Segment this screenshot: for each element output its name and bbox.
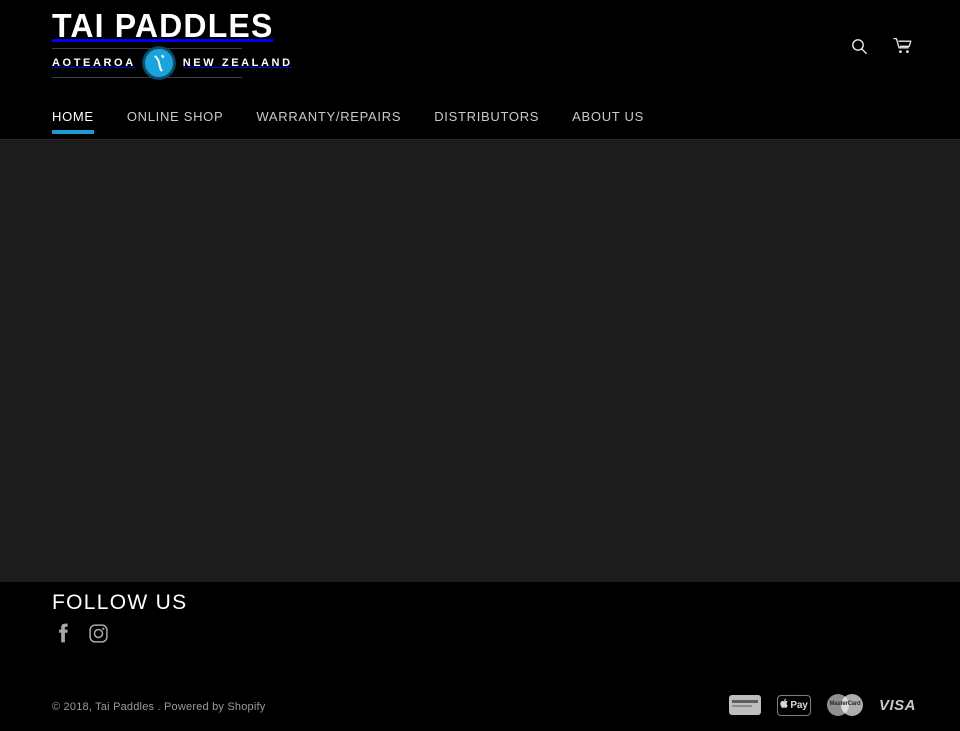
- follow-us-heading: Follow us: [52, 591, 188, 614]
- nav-item-warranty-repairs[interactable]: Warranty/Repairs: [256, 93, 401, 139]
- powered-by-shopify-link[interactable]: Powered by Shopify: [164, 701, 265, 713]
- social-item-instagram[interactable]: [88, 622, 108, 644]
- amex-card-shape: [728, 695, 761, 715]
- page-root: TAI PADDLES AOTEAROA NEW ZEALAND HOME ON…: [0, 0, 960, 731]
- site-logo[interactable]: TAI PADDLES AOTEAROA NEW ZEALAND: [52, 7, 290, 79]
- main-content-area: [0, 140, 960, 582]
- copyright-text: © 2018, Tai Paddles .: [52, 701, 161, 713]
- apple-pay-badge: Pay: [776, 694, 811, 716]
- cart-icon[interactable]: [892, 34, 914, 58]
- copyright: © 2018, Tai Paddles . Powered by Shopify: [52, 701, 265, 713]
- mastercard-label: MasterCard: [829, 701, 861, 707]
- new-zealand-islands-icon: [142, 47, 175, 79]
- logo-new-zealand-text: NEW ZEALAND: [182, 57, 293, 69]
- nav-link-warranty-repairs[interactable]: Warranty/Repairs: [256, 93, 401, 140]
- master-card-icon: MasterCard: [826, 694, 863, 716]
- nav-link-about-us[interactable]: About us: [572, 93, 644, 140]
- site-footer: Follow us © 2018,: [0, 582, 960, 731]
- american-express-icon: [728, 695, 761, 715]
- nav-list: Home Online Shop Warranty/Repairs Distri…: [0, 93, 960, 139]
- apple-pay-text: Pay: [790, 699, 808, 711]
- apple-logo-icon: [780, 698, 789, 712]
- main-navigation: Home Online Shop Warranty/Repairs Distri…: [0, 93, 960, 140]
- logo-title: TAI PADDLES: [52, 7, 274, 44]
- nav-link-online-shop[interactable]: Online Shop: [127, 93, 224, 140]
- nav-item-home[interactable]: Home: [52, 93, 94, 139]
- header-actions: [848, 34, 914, 58]
- nav-item-about-us[interactable]: About us: [572, 93, 644, 139]
- search-icon[interactable]: [848, 34, 870, 58]
- apple-pay-icon: Pay: [776, 694, 811, 716]
- social-links: [52, 622, 108, 644]
- logo-subtitle: AOTEAROA NEW ZEALAND: [52, 47, 290, 79]
- logo-aotearoa-text: AOTEAROA: [52, 57, 136, 69]
- site-header: TAI PADDLES AOTEAROA NEW ZEALAND: [0, 0, 960, 93]
- mastercard-circles: MasterCard: [826, 694, 863, 716]
- social-item-facebook[interactable]: [52, 622, 72, 644]
- visa-icon: VISA: [879, 697, 916, 714]
- nav-link-distributors[interactable]: Distributors: [434, 93, 539, 140]
- facebook-icon[interactable]: [52, 622, 72, 644]
- payment-methods: Pay MasterCard VISA: [728, 694, 916, 716]
- visa-wordmark: VISA: [878, 696, 916, 714]
- nav-item-distributors[interactable]: Distributors: [434, 93, 539, 139]
- nav-item-online-shop[interactable]: Online Shop: [127, 93, 224, 139]
- nav-active-underline: [52, 130, 94, 134]
- instagram-icon[interactable]: [88, 622, 108, 644]
